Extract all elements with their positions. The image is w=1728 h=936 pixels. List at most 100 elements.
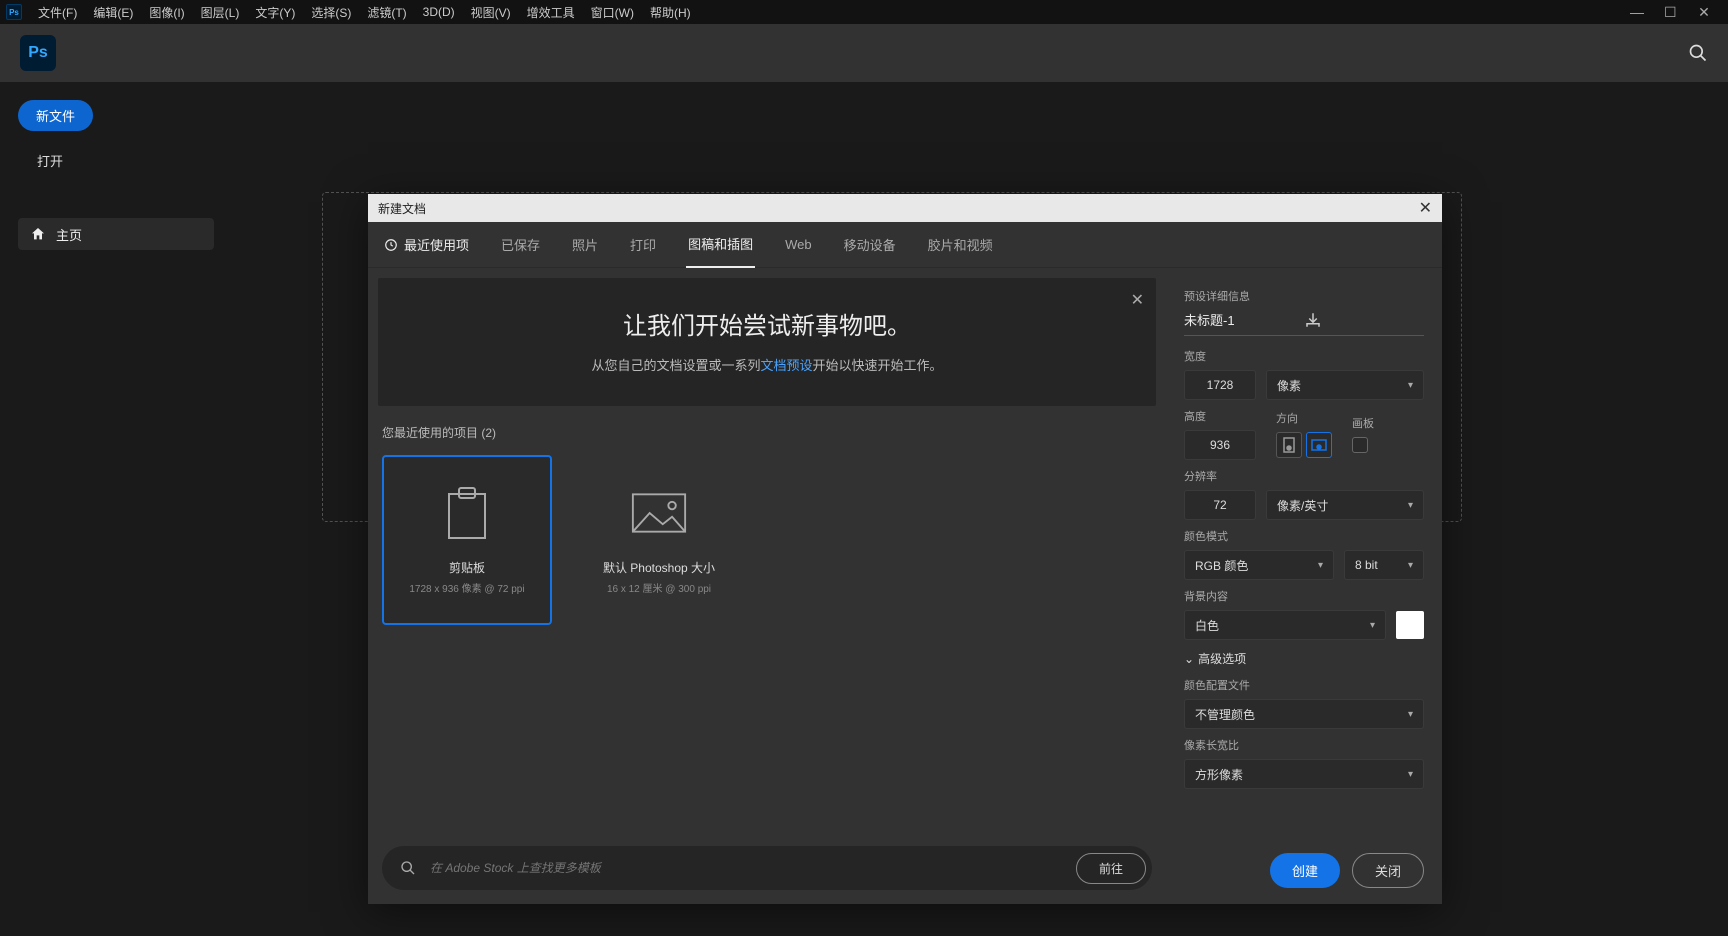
chevron-down-icon: ▾: [1408, 769, 1413, 780]
chevron-down-icon: ⌄: [1184, 652, 1194, 666]
sidebar-home-label: 主页: [56, 225, 82, 244]
maximize-icon[interactable]: ☐: [1664, 4, 1676, 21]
dialog-left-pane: ✕ 让我们开始尝试新事物吧。 从您自己的文档设置或一系列文档预设开始以快速开始工…: [368, 268, 1166, 904]
ps-small-icon: Ps: [6, 4, 22, 20]
close-window-icon[interactable]: ✕: [1698, 4, 1710, 21]
doc-presets-link[interactable]: 文档预设: [760, 358, 812, 373]
colorprofile-label: 颜色配置文件: [1184, 677, 1424, 693]
menu-3d[interactable]: 3D(D): [415, 5, 463, 19]
background-swatch[interactable]: [1396, 611, 1424, 639]
preset-clipboard[interactable]: 剪贴板 1728 x 936 像素 @ 72 ppi: [382, 455, 552, 625]
search-icon: [400, 860, 416, 876]
colorprofile-select[interactable]: 不管理颜色▾: [1184, 699, 1424, 729]
menu-plugins[interactable]: 增效工具: [519, 4, 583, 21]
dialog-titlebar: 新建文档 ✕: [368, 194, 1442, 222]
new-document-dialog: 新建文档 ✕ 最近使用项 已保存 照片 打印 图稿和插图 Web 移动设备 胶片…: [368, 194, 1442, 904]
menu-edit[interactable]: 编辑(E): [85, 4, 141, 21]
main-area: 新文件 打开 主页 新建文档 ✕ 最近使用项 已保存 照片 打印 图稿和插图 W…: [0, 82, 1728, 936]
height-label: 高度: [1184, 408, 1256, 424]
chevron-down-icon: ▾: [1408, 380, 1413, 391]
top-bar: Ps: [0, 24, 1728, 82]
tab-artillustration[interactable]: 图稿和插图: [686, 222, 755, 268]
background-label: 背景内容: [1184, 588, 1424, 604]
ps-logo-icon: Ps: [20, 35, 56, 71]
menu-bar: Ps 文件(F) 编辑(E) 图像(I) 图层(L) 文字(Y) 选择(S) 滤…: [0, 0, 1728, 24]
stock-go-button[interactable]: 前往: [1076, 853, 1146, 884]
dialog-close-icon[interactable]: ✕: [1419, 198, 1432, 218]
resolution-input[interactable]: 72: [1184, 490, 1256, 520]
tab-saved[interactable]: 已保存: [499, 222, 542, 268]
resolution-label: 分辨率: [1184, 468, 1424, 484]
menu-filter[interactable]: 滤镜(T): [359, 4, 414, 21]
colormode-label: 颜色模式: [1184, 528, 1424, 544]
intro-banner: ✕ 让我们开始尝试新事物吧。 从您自己的文档设置或一系列文档预设开始以快速开始工…: [378, 278, 1156, 406]
banner-close-icon[interactable]: ✕: [1127, 286, 1148, 314]
window-controls: — ☐ ✕: [1630, 4, 1722, 21]
advanced-toggle[interactable]: ⌄ 高级选项: [1184, 650, 1424, 667]
menu-view[interactable]: 视图(V): [463, 4, 519, 21]
menu-type[interactable]: 文字(Y): [247, 4, 303, 21]
sidebar-item-home[interactable]: 主页: [18, 218, 214, 250]
left-sidebar: 新文件 打开 主页: [0, 82, 230, 936]
close-button[interactable]: 关闭: [1352, 853, 1424, 888]
preset-detail: 16 x 12 厘米 @ 300 ppi: [607, 580, 711, 595]
artboard-checkbox[interactable]: [1352, 437, 1368, 453]
clock-icon: [384, 238, 398, 252]
recent-items-label: 您最近使用的项目 (2): [368, 416, 1166, 449]
dialog-tabs: 最近使用项 已保存 照片 打印 图稿和插图 Web 移动设备 胶片和视频: [368, 222, 1442, 268]
search-icon[interactable]: [1688, 43, 1708, 63]
tab-film[interactable]: 胶片和视频: [926, 222, 995, 268]
adobe-stock-search: 前往: [382, 846, 1152, 890]
chevron-down-icon: ▾: [1408, 500, 1413, 511]
document-name-field[interactable]: 未标题-1: [1184, 310, 1304, 329]
colormode-select[interactable]: RGB 颜色▾: [1184, 550, 1334, 580]
menu-help[interactable]: 帮助(H): [642, 4, 699, 21]
width-label: 宽度: [1184, 348, 1424, 364]
stock-search-input[interactable]: [430, 861, 1062, 875]
chevron-down-icon: ▾: [1370, 620, 1375, 631]
chevron-down-icon: ▾: [1408, 709, 1413, 720]
menu-file[interactable]: 文件(F): [30, 4, 85, 21]
save-preset-icon[interactable]: [1304, 311, 1424, 329]
new-file-button[interactable]: 新文件: [18, 100, 93, 131]
dialog-title: 新建文档: [378, 200, 426, 217]
width-input[interactable]: 1728: [1184, 370, 1256, 400]
height-input[interactable]: 936: [1184, 430, 1256, 460]
menu-image[interactable]: 图像(I): [141, 4, 192, 21]
artboard-label: 画板: [1352, 415, 1374, 431]
preset-list: 剪贴板 1728 x 936 像素 @ 72 ppi 默认 Photoshop …: [368, 449, 1166, 631]
resolution-unit-select[interactable]: 像素/英寸▾: [1266, 490, 1424, 520]
tab-recent[interactable]: 最近使用项: [382, 222, 471, 268]
orientation-landscape[interactable]: [1306, 432, 1332, 458]
width-unit-select[interactable]: 像素▾: [1266, 370, 1424, 400]
tab-print[interactable]: 打印: [628, 222, 658, 268]
chevron-down-icon: ▾: [1318, 560, 1323, 571]
preset-name: 默认 Photoshop 大小: [603, 559, 715, 576]
clipboard-icon: [439, 485, 495, 541]
banner-text: 从您自己的文档设置或一系列文档预设开始以快速开始工作。: [398, 355, 1136, 374]
home-icon: [30, 226, 46, 242]
orientation-portrait[interactable]: [1276, 432, 1302, 458]
preset-detail: 1728 x 936 像素 @ 72 ppi: [409, 580, 524, 595]
open-button[interactable]: 打开: [18, 151, 82, 170]
orientation-label: 方向: [1276, 410, 1332, 426]
banner-title: 让我们开始尝试新事物吧。: [398, 306, 1136, 341]
menu-layer[interactable]: 图层(L): [193, 4, 248, 21]
details-heading: 预设详细信息: [1184, 288, 1424, 304]
preset-name: 剪贴板: [449, 559, 485, 576]
tab-web[interactable]: Web: [783, 222, 814, 268]
create-button[interactable]: 创建: [1270, 853, 1340, 888]
menu-window[interactable]: 窗口(W): [583, 4, 642, 21]
tab-photo[interactable]: 照片: [570, 222, 600, 268]
tab-recent-label: 最近使用项: [404, 235, 469, 254]
image-icon: [631, 485, 687, 541]
preset-default-ps[interactable]: 默认 Photoshop 大小 16 x 12 厘米 @ 300 ppi: [574, 455, 744, 625]
pixelaspect-select[interactable]: 方形像素▾: [1184, 759, 1424, 789]
background-select[interactable]: 白色▾: [1184, 610, 1386, 640]
pixelaspect-label: 像素长宽比: [1184, 737, 1424, 753]
minimize-icon[interactable]: —: [1630, 4, 1642, 21]
preset-details-panel: 预设详细信息 未标题-1 宽度 1728 像素▾ 高度 936 方向: [1166, 268, 1442, 904]
bitdepth-select[interactable]: 8 bit▾: [1344, 550, 1424, 580]
tab-mobile[interactable]: 移动设备: [842, 222, 898, 268]
menu-select[interactable]: 选择(S): [303, 4, 359, 21]
